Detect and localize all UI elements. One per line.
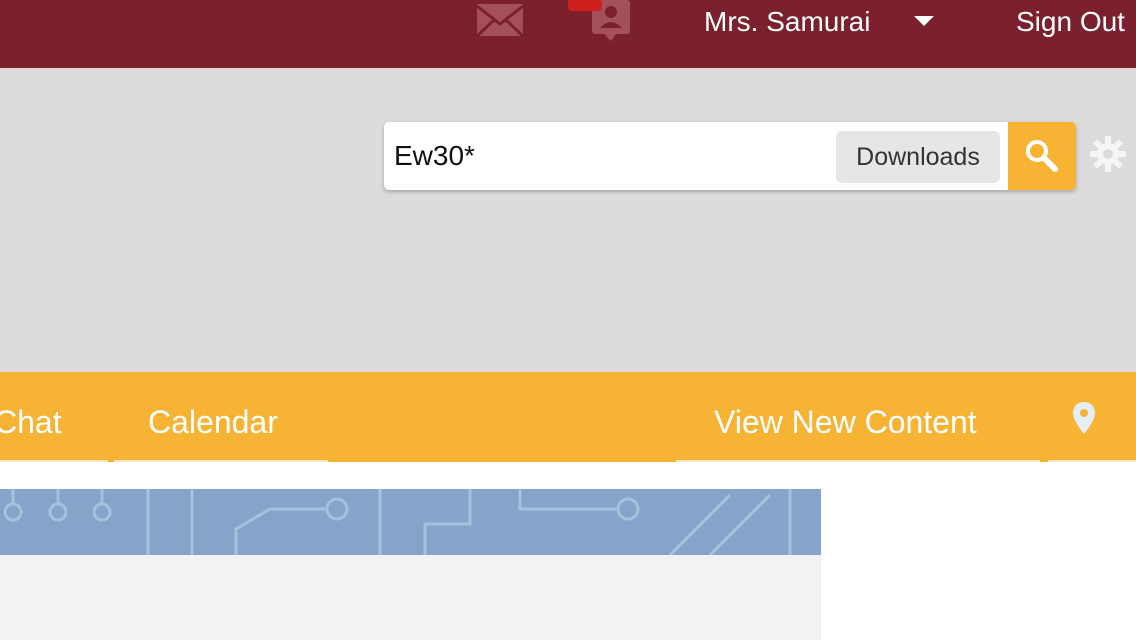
- chevron-down-icon[interactable]: [914, 16, 934, 26]
- circuit-banner: [0, 489, 821, 555]
- search-input[interactable]: [394, 136, 824, 176]
- sign-out-link[interactable]: Sign Out: [1016, 4, 1125, 40]
- search-box: Downloads: [384, 122, 1076, 190]
- top-bar: Mrs. Samurai Sign Out: [0, 0, 1136, 68]
- nav-item-view-new-content[interactable]: View New Content: [714, 372, 977, 462]
- main-nav: Chat Calendar View New Content: [0, 372, 1136, 462]
- notification-badge: [568, 0, 602, 11]
- nav-divider: [0, 460, 108, 462]
- search-button[interactable]: [1008, 122, 1076, 190]
- nav-divider: [676, 460, 1040, 462]
- search-icon: [1026, 140, 1058, 172]
- header-area: Downloads: [0, 68, 1136, 372]
- nav-item-chat[interactable]: Chat: [0, 372, 62, 462]
- map-pin-icon[interactable]: [1070, 400, 1098, 436]
- search-scope-button[interactable]: Downloads: [836, 131, 1000, 183]
- user-menu[interactable]: Mrs. Samurai: [704, 4, 870, 40]
- nav-item-calendar[interactable]: Calendar: [148, 372, 278, 462]
- mail-icon[interactable]: [474, 0, 526, 40]
- gear-icon[interactable]: [1088, 134, 1128, 174]
- nav-divider: [114, 460, 328, 462]
- nav-divider: [1048, 460, 1136, 462]
- content-panel: [0, 555, 821, 640]
